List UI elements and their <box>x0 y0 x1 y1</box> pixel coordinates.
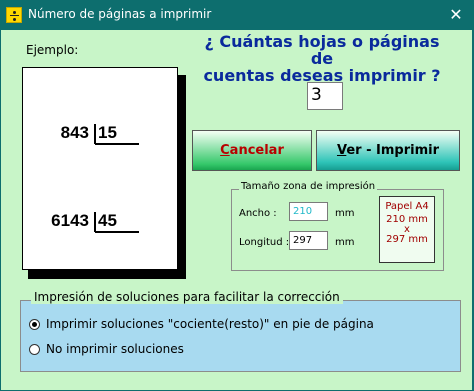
paper-size-line: Papel A4 <box>385 201 429 212</box>
no-solutions-label[interactable]: No imprimir soluciones <box>46 342 184 356</box>
example-label: Ejemplo: <box>26 43 79 57</box>
close-button[interactable]: ✕ <box>440 1 472 29</box>
print-solutions-label[interactable]: Imprimir soluciones "cociente(resto)" en… <box>46 317 374 331</box>
width-label: Ancho : <box>239 208 277 219</box>
view-print-label: er - Imprimir <box>346 143 439 158</box>
print-solutions-radio[interactable] <box>29 319 40 330</box>
view-print-mnemonic: V <box>336 143 347 158</box>
division-bracket <box>94 124 96 144</box>
divisor-underline <box>95 143 139 145</box>
cancel-label: ancelar <box>229 143 284 158</box>
length-input[interactable]: 297 <box>289 231 328 250</box>
dialog-window: Número de páginas a imprimir ✕ Ejemplo: … <box>0 0 474 391</box>
solutions-legend: Impresión de soluciones para facilitar l… <box>31 290 343 304</box>
question-line-1: ¿ Cuántas hojas o páginas de <box>204 32 440 68</box>
width-unit: mm <box>335 208 355 219</box>
division-bracket <box>94 212 96 232</box>
divisor: 15 <box>98 123 117 142</box>
dividend: 6143 <box>51 211 89 230</box>
division-icon <box>6 7 22 23</box>
no-solutions-radio[interactable] <box>29 344 40 355</box>
divisor-underline <box>95 231 139 233</box>
view-print-button[interactable]: Ver - Imprimir <box>316 130 460 171</box>
divisor: 45 <box>98 211 117 230</box>
paper-size-line: 297 mm <box>386 234 428 245</box>
cancel-button[interactable]: Cancelar <box>192 130 312 171</box>
length-unit: mm <box>335 237 355 248</box>
pages-count-input[interactable]: 3 <box>307 82 343 110</box>
length-label: Longitud : <box>239 237 290 248</box>
dialog-client-area: Ejemplo: 843 15 6143 45 ¿ Cuántas hojas … <box>1 30 472 390</box>
pages-question: ¿ Cuántas hojas o páginas de cuentas des… <box>197 33 447 84</box>
paper-size-box: Papel A4 210 mm x 297 mm <box>379 196 435 263</box>
cancel-mnemonic: C <box>220 143 230 158</box>
window-title: Número de páginas a imprimir <box>28 7 212 21</box>
width-input[interactable]: 210 <box>289 202 328 221</box>
dividend: 843 <box>60 123 89 142</box>
title-bar[interactable]: Número de páginas a imprimir ✕ <box>0 0 474 30</box>
print-zone-legend: Tamaño zona de impresión <box>239 181 378 192</box>
example-paper: 843 15 6143 45 <box>22 67 178 270</box>
solutions-group <box>20 300 461 372</box>
